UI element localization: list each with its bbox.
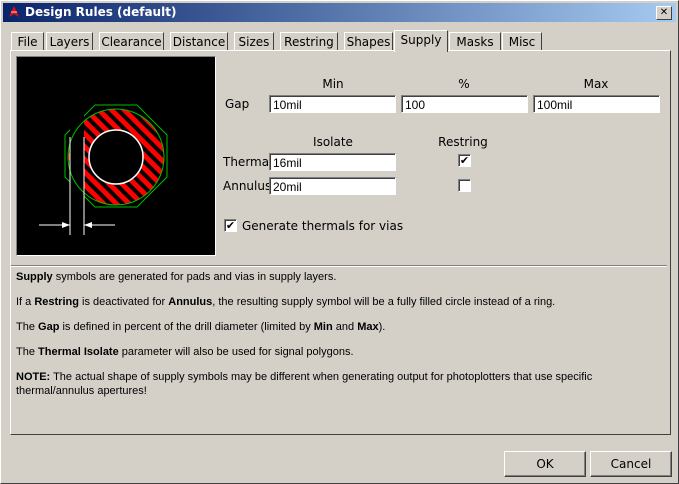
tab-misc[interactable]: Misc xyxy=(502,32,542,51)
tab-panel-supply xyxy=(10,50,671,435)
tab-file[interactable]: File xyxy=(11,32,44,51)
tab-layers[interactable]: Layers xyxy=(46,32,93,51)
ok-button[interactable]: OK xyxy=(504,451,586,477)
window-title: Design Rules (default) xyxy=(25,5,177,19)
tab-shapes[interactable]: Shapes xyxy=(344,32,393,51)
tab-distance[interactable]: Distance xyxy=(170,32,228,51)
title-bar[interactable]: Design Rules (default) ✕ xyxy=(3,3,676,22)
tab-restring[interactable]: Restring xyxy=(280,32,338,51)
eagle-app-icon xyxy=(9,6,19,17)
design-rules-dialog: Design Rules (default) ✕ File Layers Cle… xyxy=(0,0,679,484)
tab-supply[interactable]: Supply xyxy=(394,30,448,52)
tab-masks[interactable]: Masks xyxy=(449,32,501,51)
tab-clearance[interactable]: Clearance xyxy=(99,32,164,51)
tab-sizes[interactable]: Sizes xyxy=(234,32,274,51)
close-button[interactable]: ✕ xyxy=(656,6,672,20)
cancel-button[interactable]: Cancel xyxy=(590,451,672,477)
